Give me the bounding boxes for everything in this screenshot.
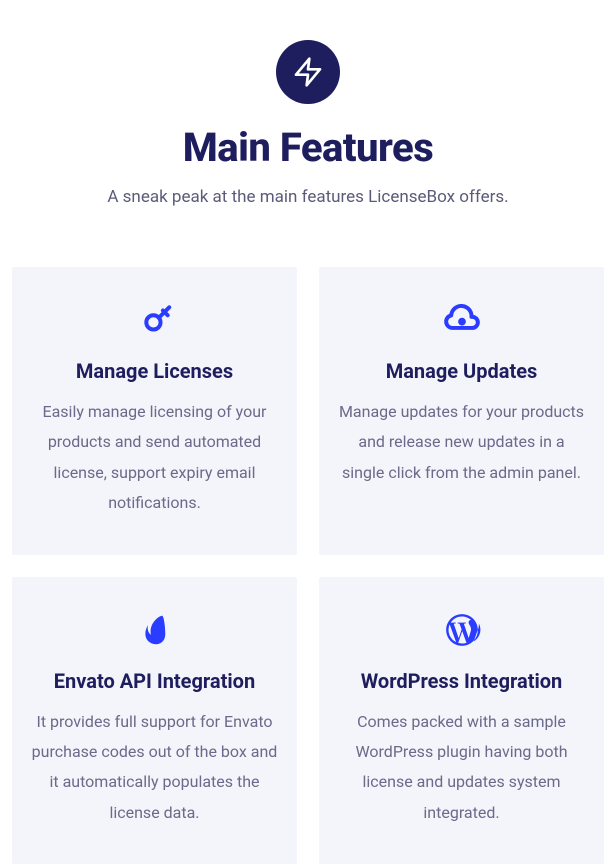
- feature-title: Envato API Integration: [30, 669, 279, 693]
- feature-card-updates: Manage Updates Manage updates for your p…: [319, 267, 604, 555]
- subtitle: A sneak peak at the main features Licens…: [12, 187, 604, 207]
- feature-description: Manage updates for your products and rel…: [337, 397, 586, 488]
- feature-card-envato: Envato API Integration It provides full …: [12, 577, 297, 864]
- feature-description: Comes packed with a sample WordPress plu…: [337, 707, 586, 829]
- feature-description: Easily manage licensing of your products…: [30, 397, 279, 519]
- key-icon: [30, 299, 279, 341]
- feature-title: Manage Updates: [337, 359, 586, 383]
- features-header: Main Features A sneak peak at the main f…: [12, 40, 604, 207]
- feature-card-licenses: Manage Licenses Easily manage licensing …: [12, 267, 297, 555]
- feature-description: It provides full support for Envato purc…: [30, 707, 279, 829]
- lightning-icon: [276, 40, 340, 104]
- main-title: Main Features: [12, 124, 604, 171]
- feature-title: Manage Licenses: [30, 359, 279, 383]
- envato-icon: [30, 609, 279, 651]
- cloud-download-icon: [337, 299, 586, 341]
- feature-title: WordPress Integration: [337, 669, 586, 693]
- feature-card-wordpress: WordPress Integration Comes packed with …: [319, 577, 604, 864]
- wordpress-icon: [337, 609, 586, 651]
- features-grid: Manage Licenses Easily manage licensing …: [12, 267, 604, 864]
